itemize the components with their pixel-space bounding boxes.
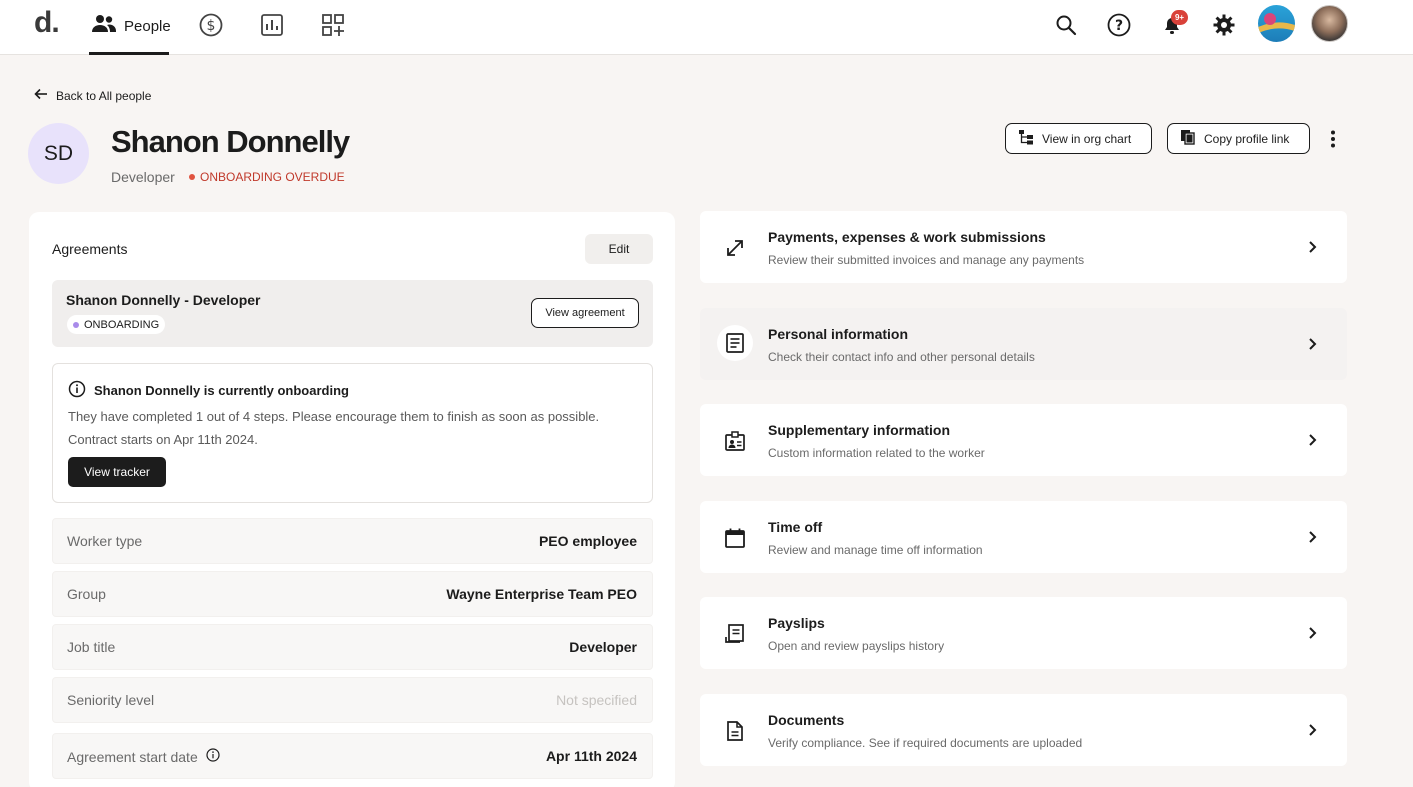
copy-profile-link-button[interactable]: Copy profile link bbox=[1167, 123, 1310, 154]
app-logo[interactable]: d. bbox=[34, 6, 60, 40]
copy-icon bbox=[1180, 129, 1196, 148]
logo-dot: . bbox=[51, 6, 59, 39]
top-navigation-bar: d. People $ ? 9+ bbox=[0, 0, 1413, 55]
field-label: Seniority level bbox=[67, 692, 155, 708]
agreements-title: Agreements bbox=[52, 241, 128, 257]
apps-grid-icon[interactable] bbox=[320, 12, 346, 38]
section-payments-expenses[interactable]: Payments, expenses & work submissions Re… bbox=[700, 211, 1347, 283]
edit-agreements-button[interactable]: Edit bbox=[585, 234, 653, 264]
field-row-agreement-start-date: Agreement start date Apr 11th 2024 bbox=[52, 733, 653, 779]
section-subtitle: Custom information related to the worker bbox=[768, 446, 985, 460]
agreement-name: Shanon Donnelly - Developer bbox=[66, 292, 261, 308]
section-subtitle: Check their contact info and other perso… bbox=[768, 350, 1035, 364]
section-subtitle: Verify compliance. See if required docum… bbox=[768, 736, 1083, 750]
field-row-seniority-level: Seniority level Not specified bbox=[52, 677, 653, 723]
info-icon[interactable] bbox=[206, 748, 220, 765]
search-icon[interactable] bbox=[1051, 10, 1081, 40]
section-subtitle: Review their submitted invoices and mana… bbox=[768, 253, 1085, 267]
section-subtitle: Review and manage time off information bbox=[768, 543, 983, 557]
field-value: Wayne Enterprise Team PEO bbox=[446, 586, 637, 602]
info-icon bbox=[68, 380, 86, 401]
view-tracker-button[interactable]: View tracker bbox=[68, 457, 166, 487]
section-title: Documents bbox=[768, 712, 845, 728]
settings-gear-icon[interactable] bbox=[1209, 10, 1239, 40]
chevron-right-icon bbox=[1305, 527, 1321, 547]
field-value: Apr 11th 2024 bbox=[545, 748, 637, 764]
file-icon bbox=[722, 718, 748, 744]
onboarding-description: They have completed 1 out of 4 steps. Pl… bbox=[68, 409, 600, 447]
section-title: Payslips bbox=[768, 615, 825, 631]
field-label: Worker type bbox=[67, 533, 143, 549]
field-row-worker-type: Worker type PEO employee bbox=[52, 518, 653, 564]
nav-people-tab[interactable]: People bbox=[89, 0, 171, 55]
field-row-group: Group Wayne Enterprise Team PEO bbox=[52, 571, 653, 617]
org-chart-icon bbox=[1018, 129, 1034, 148]
profile-name: Shanon Donnelly bbox=[111, 124, 350, 159]
section-payslips[interactable]: Payslips Open and review payslips histor… bbox=[700, 597, 1347, 669]
payments-dollar-icon[interactable]: $ bbox=[198, 12, 224, 38]
notification-count-badge: 9+ bbox=[1171, 10, 1188, 25]
section-time-off[interactable]: Time off Review and manage time off info… bbox=[700, 501, 1347, 573]
more-options-kebab-icon[interactable] bbox=[1323, 126, 1343, 152]
field-value: Developer bbox=[569, 639, 637, 655]
field-row-job-title: Job title Developer bbox=[52, 624, 653, 670]
section-title: Time off bbox=[768, 519, 823, 535]
field-label-with-info: Agreement start date bbox=[67, 748, 220, 765]
view-agreement-button[interactable]: View agreement bbox=[531, 298, 639, 328]
svg-text:$: $ bbox=[207, 18, 216, 34]
section-supplementary-information[interactable]: Supplementary information Custom informa… bbox=[700, 404, 1347, 476]
status-dot-icon bbox=[189, 174, 195, 180]
nav-people-label: People bbox=[124, 17, 171, 35]
section-personal-information[interactable]: Personal information Check their contact… bbox=[700, 308, 1347, 380]
calendar-icon bbox=[722, 525, 748, 551]
field-label-text: Agreement start date bbox=[67, 748, 198, 765]
agreement-status-label: ONBOARDING bbox=[84, 318, 160, 331]
onboarding-overdue-status: ONBOARDING OVERDUE bbox=[189, 170, 345, 184]
field-label: Job title bbox=[67, 639, 116, 655]
chevron-right-icon bbox=[1305, 720, 1321, 740]
arrows-expand-icon bbox=[722, 235, 748, 261]
help-question-icon[interactable]: ? bbox=[1104, 10, 1134, 40]
back-to-all-people-link[interactable]: Back to All people bbox=[34, 88, 151, 103]
onboarding-dot-icon bbox=[73, 321, 79, 328]
back-link-label: Back to All people bbox=[56, 88, 152, 103]
field-value: Not specified bbox=[556, 692, 637, 708]
profile-role: Developer bbox=[111, 169, 175, 185]
section-documents[interactable]: Documents Verify compliance. See if requ… bbox=[700, 694, 1347, 766]
chevron-right-icon bbox=[1305, 623, 1321, 643]
agreement-status-badge: ONBOARDING bbox=[67, 315, 166, 334]
people-icon bbox=[91, 14, 117, 39]
company-avatar[interactable] bbox=[1258, 5, 1295, 42]
reports-chart-icon[interactable] bbox=[259, 12, 285, 38]
status-label: ONBOARDING OVERDUE bbox=[200, 170, 345, 184]
id-badge-icon bbox=[722, 428, 748, 454]
view-in-org-chart-button[interactable]: View in org chart bbox=[1005, 123, 1152, 154]
section-title: Personal information bbox=[768, 326, 909, 342]
chevron-right-icon bbox=[1305, 430, 1321, 450]
logo-letter: d bbox=[34, 6, 52, 39]
user-avatar[interactable] bbox=[1311, 5, 1348, 42]
org-chart-label: View in org chart bbox=[1042, 131, 1132, 146]
receipt-icon bbox=[722, 621, 748, 647]
arrow-left-icon bbox=[34, 88, 48, 103]
onboarding-notice-title: Shanon Donnelly is currently onboarding bbox=[68, 380, 349, 401]
copy-link-label: Copy profile link bbox=[1204, 131, 1290, 146]
document-lines-icon bbox=[717, 325, 753, 361]
chevron-right-icon bbox=[1305, 237, 1321, 257]
field-value: PEO employee bbox=[538, 533, 637, 549]
section-title: Supplementary information bbox=[768, 422, 951, 438]
section-subtitle: Open and review payslips history bbox=[768, 639, 945, 653]
svg-text:?: ? bbox=[1115, 18, 1123, 34]
profile-initials-avatar: SD bbox=[28, 123, 89, 184]
field-label: Group bbox=[67, 586, 106, 602]
onboarding-title-text: Shanon Donnelly is currently onboarding bbox=[94, 383, 349, 398]
section-title: Payments, expenses & work submissions bbox=[768, 229, 1046, 245]
chevron-right-icon bbox=[1305, 334, 1321, 354]
